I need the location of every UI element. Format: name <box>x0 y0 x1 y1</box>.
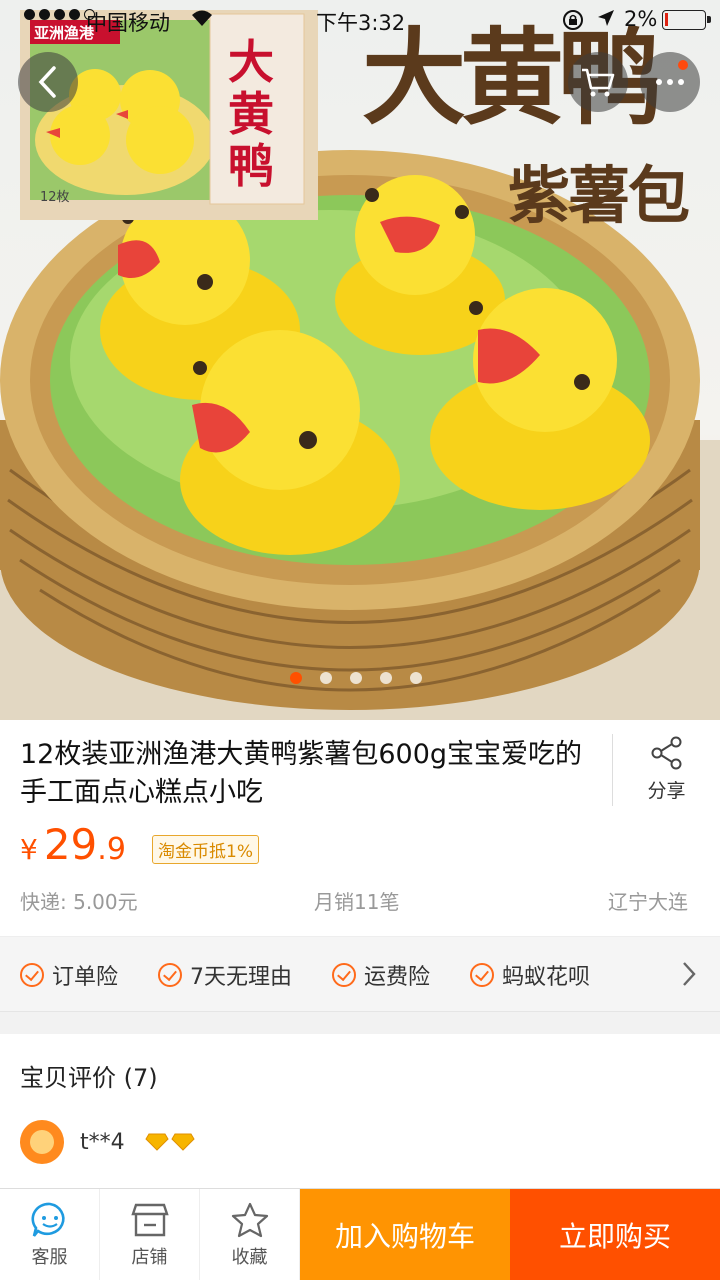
status-time: 下午3:32 <box>316 11 406 35</box>
service-label: 蚂蚁花呗 <box>502 965 591 990</box>
hero-subheadline: 紫薯包 <box>508 159 690 232</box>
monthly-sales: 月销11笔 <box>314 890 400 914</box>
check-circle-icon <box>20 963 44 987</box>
coin-discount-badge: 淘金币抵1% <box>152 835 259 864</box>
price: ¥29.9 <box>20 820 126 869</box>
cart-icon <box>582 68 615 97</box>
service-item: 运费险 <box>332 959 430 991</box>
package-count: 12枚 <box>40 190 70 205</box>
battery-percent: 2% <box>624 7 658 31</box>
product-title: 12枚装亚洲渔港大黄鸭紫薯包600g宝宝爱吃的手工面点心糕点小吃 <box>20 739 583 808</box>
service-item: 7天无理由 <box>158 959 292 991</box>
signal-strength-icon <box>24 9 95 20</box>
check-circle-icon <box>470 963 494 987</box>
carousel-indicator[interactable] <box>290 672 422 684</box>
carousel-dot-4[interactable] <box>380 672 392 684</box>
carousel-dot-5[interactable] <box>410 672 422 684</box>
service-item: 蚂蚁花呗 <box>470 959 590 991</box>
notification-dot <box>678 60 688 70</box>
service-label: 7天无理由 <box>190 965 292 990</box>
chevron-left-icon <box>38 66 56 98</box>
service-label: 运费险 <box>364 965 431 990</box>
shop-icon <box>130 1203 169 1237</box>
back-button[interactable] <box>18 52 78 112</box>
more-button[interactable] <box>640 52 700 112</box>
reviewer-name: t**4 <box>80 1129 125 1155</box>
check-circle-icon <box>158 963 182 987</box>
reviews-heading: 宝贝评价 (7) <box>20 1064 158 1092</box>
customer-service-label: 客服 <box>31 1247 68 1268</box>
carousel-dot-3[interactable] <box>350 672 362 684</box>
shipping-fee: 快递: 5.00元 <box>20 890 138 914</box>
add-to-cart-button[interactable]: 加入购物车 <box>300 1189 510 1280</box>
share-button[interactable]: 分享 <box>612 734 720 806</box>
more-icon <box>656 79 684 85</box>
status-bar: 中国移动 下午3:32 2% <box>0 0 720 40</box>
share-icon <box>651 736 681 770</box>
shop-button[interactable]: 店铺 <box>100 1189 200 1280</box>
product-detail-page: 亚洲渔港 大黄鸭 12枚 大黄鸭 紫薯包 中国移动 下午3:32 2% 12枚装… <box>0 0 720 1280</box>
carousel-dot-2[interactable] <box>320 672 332 684</box>
bottom-action-bar: 客服 店铺 收藏 加入购物车 立即购买 <box>0 1188 720 1280</box>
seller-location: 辽宁大连 <box>608 890 688 914</box>
currency-symbol: ¥ <box>20 833 38 866</box>
review-user: t**4 <box>20 1120 195 1164</box>
battery-icon <box>662 10 711 30</box>
service-guarantees[interactable]: 订单险 7天无理由 运费险 蚂蚁花呗 <box>0 936 720 1012</box>
carousel-dot-1[interactable] <box>290 672 302 684</box>
location-arrow-icon <box>596 8 616 33</box>
diamond-level-icon <box>144 1133 195 1151</box>
star-icon <box>231 1202 268 1238</box>
chevron-right-icon[interactable] <box>682 961 696 991</box>
check-circle-icon <box>332 963 356 987</box>
price-decimal: .9 <box>97 832 126 867</box>
carrier-name: 中国移动 <box>86 11 170 35</box>
buy-now-button[interactable]: 立即购买 <box>510 1189 720 1280</box>
avatar <box>20 1120 64 1164</box>
cart-button[interactable] <box>568 52 628 112</box>
shop-label: 店铺 <box>131 1247 168 1268</box>
service-label: 订单险 <box>52 965 119 990</box>
favorite-button[interactable]: 收藏 <box>200 1189 300 1280</box>
service-item: 订单险 <box>20 959 118 991</box>
chat-icon <box>31 1202 65 1237</box>
reviews-section[interactable]: 宝贝评价 (7) t**4 <box>0 1034 720 1190</box>
wifi-icon <box>190 8 214 33</box>
rotation-lock-icon <box>562 9 584 36</box>
product-info: 12枚装亚洲渔港大黄鸭紫薯包600g宝宝爱吃的手工面点心糕点小吃 分享 ¥29.… <box>0 720 720 936</box>
price-integer: 29 <box>43 820 98 869</box>
favorite-label: 收藏 <box>231 1247 268 1268</box>
share-label: 分享 <box>647 780 686 802</box>
package-title: 大黄鸭 <box>228 35 274 193</box>
customer-service-button[interactable]: 客服 <box>0 1189 100 1280</box>
